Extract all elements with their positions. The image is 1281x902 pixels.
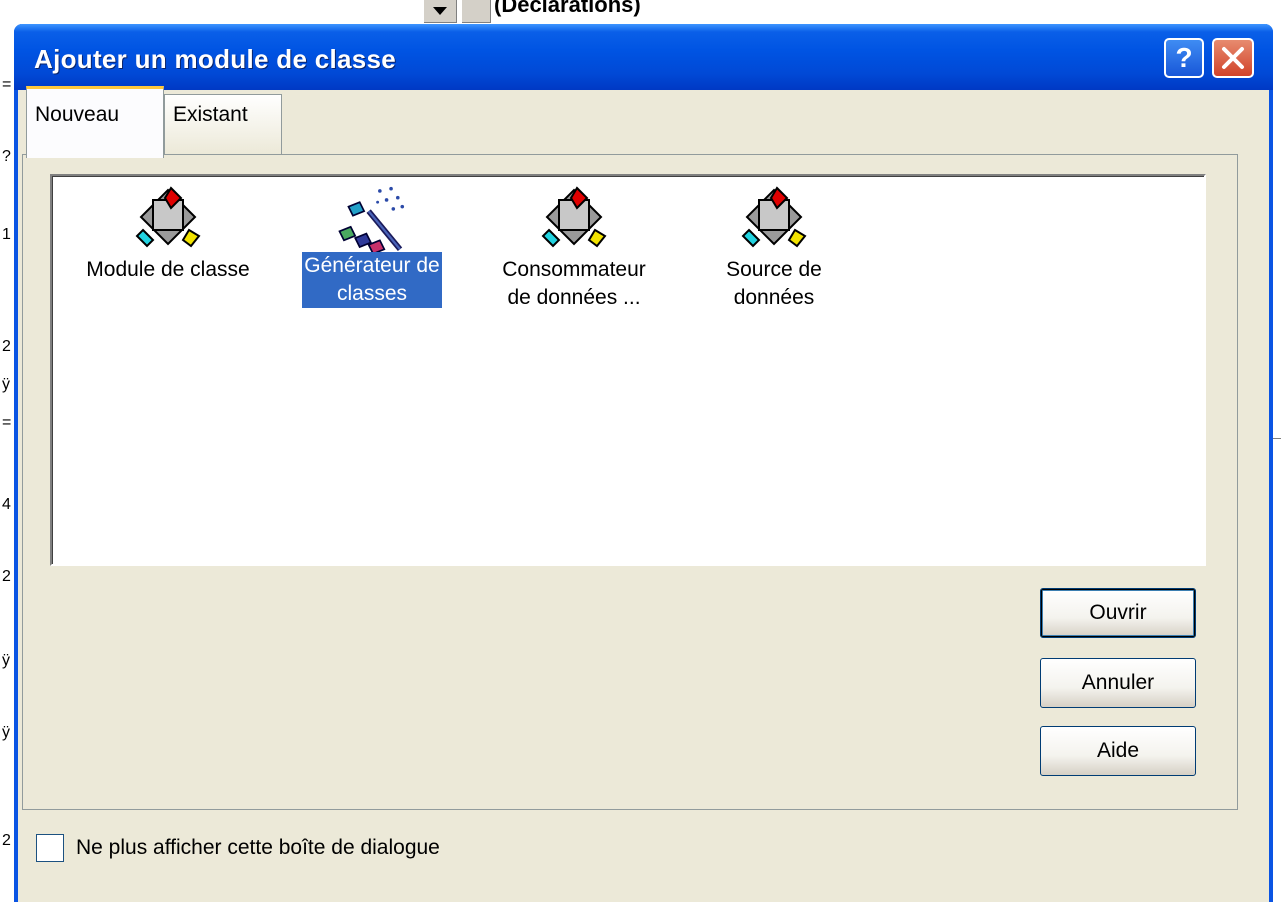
item-label-line2: données <box>733 286 815 309</box>
margin-glyph: 2 <box>2 338 11 355</box>
tab-existant[interactable]: Existant <box>164 94 282 154</box>
tab-nouveau[interactable]: Nouveau <box>26 86 164 158</box>
dialog-titlebar[interactable]: Ajouter un module de classe ? <box>14 24 1273 90</box>
item-label: Consommateur de données ... <box>500 256 648 312</box>
code-editor-margin: = ? 1 2 ÿ = 4 2 ÿ ÿ 2 <box>0 60 14 902</box>
class-builder-wand-icon <box>338 186 405 255</box>
margin-glyph: ? <box>2 148 11 165</box>
item-label: Source de données <box>724 256 824 312</box>
dont-show-again-checkbox[interactable] <box>36 834 64 862</box>
class-module-icon <box>741 186 807 248</box>
open-button[interactable]: Ouvrir <box>1040 588 1196 638</box>
margin-glyph: 2 <box>2 568 11 585</box>
margin-glyph: = <box>2 414 12 431</box>
item-label: Module de classe <box>86 258 250 281</box>
margin-glyph: ÿ <box>2 724 10 741</box>
close-button[interactable] <box>1212 38 1254 78</box>
class-module-icon <box>135 186 201 248</box>
dropdown-separator <box>462 0 491 23</box>
tab-label: Nouveau <box>35 103 120 126</box>
procedure-dropdown-button[interactable] <box>424 0 457 23</box>
list-item-generateur-de-classes[interactable]: Générateur de classes <box>282 182 462 308</box>
help-title-button[interactable]: ? <box>1164 38 1204 78</box>
item-label-line2: classes <box>336 282 408 305</box>
margin-glyph: 1 <box>2 226 11 243</box>
help-button[interactable]: Aide <box>1040 726 1196 776</box>
dialog-title: Ajouter un module de classe <box>34 44 397 74</box>
margin-glyph: = <box>2 76 12 93</box>
margin-glyph: ÿ <box>2 652 10 669</box>
dropdown-arrow-icon <box>433 7 447 15</box>
margin-glyph: 2 <box>2 832 11 849</box>
list-item-source-de-donnees[interactable]: Source de données <box>694 186 854 312</box>
tab-label: Existant <box>173 103 248 126</box>
item-label-line1: Consommateur <box>502 258 646 281</box>
margin-glyph: ÿ <box>2 376 10 393</box>
item-label: Générateur de classes <box>302 252 442 308</box>
item-label-line1: Générateur de <box>304 254 440 277</box>
item-label-line1: Source de <box>726 258 822 281</box>
class-module-icon <box>541 186 607 248</box>
list-item-consommateur-de-donnees[interactable]: Consommateur de données ... <box>482 186 666 312</box>
item-label-line2: de données ... <box>507 286 641 309</box>
declarations-label: (Declarations) <box>494 0 641 17</box>
margin-glyph: 4 <box>2 496 11 513</box>
list-item-module-de-classe[interactable]: Module de classe <box>62 186 274 284</box>
close-icon <box>1222 47 1244 69</box>
dont-show-again-label: Ne plus afficher cette boîte de dialogue <box>76 836 440 859</box>
dont-show-again-row[interactable]: Ne plus afficher cette boîte de dialogue <box>36 834 440 862</box>
cancel-button[interactable]: Annuler <box>1040 658 1196 708</box>
